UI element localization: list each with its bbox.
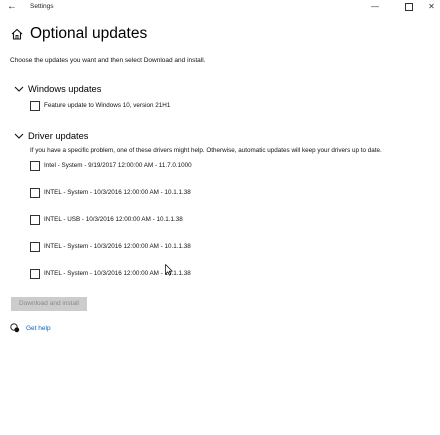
close-icon[interactable]: ✕ [423,0,440,14]
checkbox-label: Intel - System - 9/19/2017 12:00:00 AM -… [44,162,192,169]
checkbox-label: Feature update to Windows 10, version 21… [44,102,171,109]
checkbox[interactable] [30,161,40,171]
windows-updates-title: Windows updates [28,84,102,94]
checkbox-label: INTEL - System - 10/3/2016 12:00:00 AM -… [44,189,191,196]
intro-text: Choose the updates you want and then sel… [10,57,206,64]
help-chat-icon[interactable] [10,323,20,333]
title-bar: ← Settings — ✕ [0,0,440,14]
download-and-install-button[interactable]: Download and install [11,297,87,311]
checkbox-label: INTEL - USB - 10/3/2016 12:00:00 AM - 10… [44,216,183,223]
chevron-down-icon [14,133,24,139]
page-title: Optional updates [30,25,148,42]
checkbox[interactable] [30,215,40,225]
app-title: Settings [30,3,54,10]
mouse-cursor-icon [165,264,173,276]
checkbox[interactable] [30,269,40,279]
driver-updates-title: Driver updates [28,131,89,141]
checkbox-label: INTEL - System - 10/3/2016 12:00:00 AM -… [44,243,191,250]
checkbox[interactable] [30,242,40,252]
chevron-down-icon [14,86,24,92]
home-icon[interactable] [10,27,24,41]
checkbox[interactable] [30,101,40,111]
back-arrow-icon[interactable]: ← [5,1,19,13]
maximize-icon[interactable] [396,0,422,14]
driver-updates-description: If you have a specific problem, one of t… [30,147,382,154]
minimize-icon[interactable]: — [362,0,388,14]
checkbox[interactable] [30,188,40,198]
get-help-link[interactable]: Get help [26,324,51,333]
